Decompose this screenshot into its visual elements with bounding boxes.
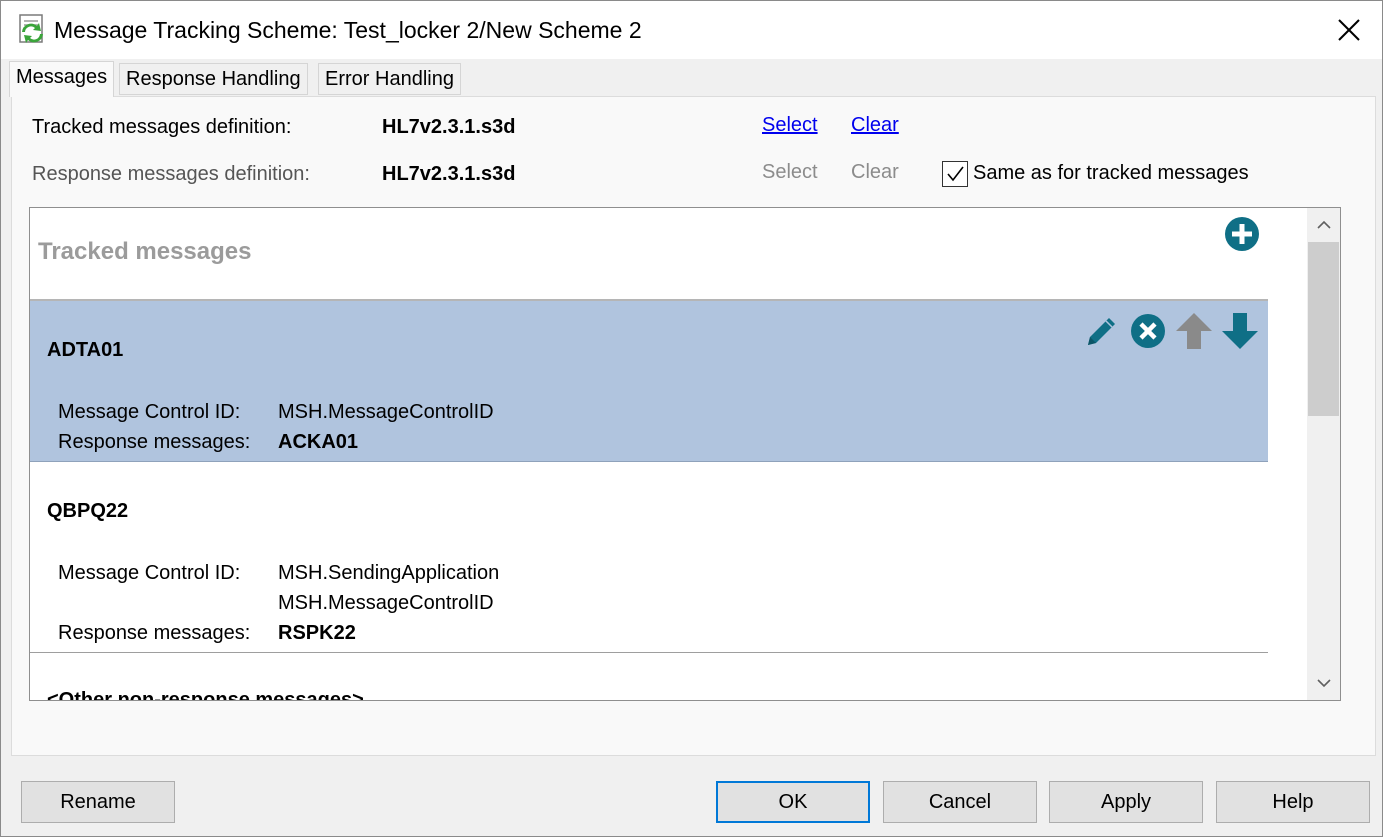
help-button[interactable]: Help — [1216, 781, 1370, 823]
scroll-up-button[interactable] — [1307, 208, 1340, 242]
response-messages-label: Response messages: — [58, 431, 251, 453]
tracked-definition-label: Tracked messages definition: — [32, 116, 292, 138]
tab-error-handling[interactable]: Error Handling — [318, 63, 461, 95]
response-definition-label: Response messages definition: — [32, 163, 310, 185]
chevron-down-icon — [1316, 679, 1331, 688]
list-item[interactable]: ADTA01 Message Control ID: MSH.MessageCo… — [30, 301, 1268, 462]
title-bar: Message Tracking Scheme: Test_locker 2/N… — [1, 1, 1382, 59]
x-circle-icon[interactable] — [1128, 311, 1168, 351]
control-id-value: MSH.SendingApplication — [278, 562, 500, 584]
item-name: QBPQ22 — [47, 500, 129, 522]
dialog-window: Message Tracking Scheme: Test_locker 2/N… — [0, 0, 1383, 837]
tab-response-handling[interactable]: Response Handling — [119, 63, 308, 95]
scroll-thumb[interactable] — [1308, 242, 1339, 416]
control-id-value: MSH.MessageControlID — [278, 592, 494, 614]
response-messages-value: ACKA01 — [278, 431, 359, 453]
pencil-icon[interactable] — [1082, 311, 1122, 351]
scroll-down-button[interactable] — [1307, 666, 1340, 700]
checkmark-icon — [947, 166, 964, 182]
chevron-up-icon — [1316, 220, 1331, 229]
tracked-messages-list: Tracked messages ADTA01 Message Control … — [29, 207, 1341, 701]
list-item[interactable]: <Other non-response messages> — [30, 653, 1268, 701]
tracked-definition-value: HL7v2.3.1.s3d — [382, 116, 516, 138]
vertical-scrollbar[interactable] — [1307, 208, 1340, 700]
tab-messages[interactable]: Messages — [9, 61, 115, 97]
close-icon — [1338, 19, 1360, 41]
response-definition-value: HL7v2.3.1.s3d — [382, 163, 516, 185]
apply-button[interactable]: Apply — [1049, 781, 1203, 823]
ok-button[interactable]: OK — [716, 781, 870, 823]
rename-button[interactable]: Rename — [21, 781, 175, 823]
response-messages-label: Response messages: — [58, 622, 251, 644]
same-as-tracked-label[interactable]: Same as for tracked messages — [973, 162, 1249, 185]
list-item[interactable]: QBPQ22 Message Control ID: MSH.SendingAp… — [30, 462, 1268, 652]
item-name: ADTA01 — [47, 339, 124, 361]
tracked-clear-link[interactable]: Clear — [851, 114, 899, 137]
item-name: <Other non-response messages> — [47, 689, 364, 701]
arrow-down-icon[interactable] — [1220, 311, 1260, 351]
control-id-label: Message Control ID: — [58, 401, 241, 423]
response-messages-value: RSPK22 — [278, 622, 356, 644]
cancel-button[interactable]: Cancel — [883, 781, 1037, 823]
app-icon — [17, 14, 47, 44]
close-button[interactable] — [1319, 7, 1379, 53]
tracked-select-link[interactable]: Select — [762, 114, 818, 137]
window-title: Message Tracking Scheme: Test_locker 2/N… — [54, 17, 642, 43]
control-id-label: Message Control ID: — [58, 562, 241, 584]
plus-circle-icon[interactable] — [1225, 217, 1259, 251]
same-as-tracked-checkbox[interactable] — [942, 161, 968, 187]
control-id-value: MSH.MessageControlID — [278, 401, 494, 423]
response-select-link: Select — [762, 161, 818, 183]
list-header: Tracked messages — [38, 238, 252, 265]
response-clear-link: Clear — [851, 161, 899, 183]
messages-panel: Tracked messages definition: HL7v2.3.1.s… — [11, 96, 1376, 756]
arrow-up-icon[interactable] — [1174, 311, 1214, 351]
